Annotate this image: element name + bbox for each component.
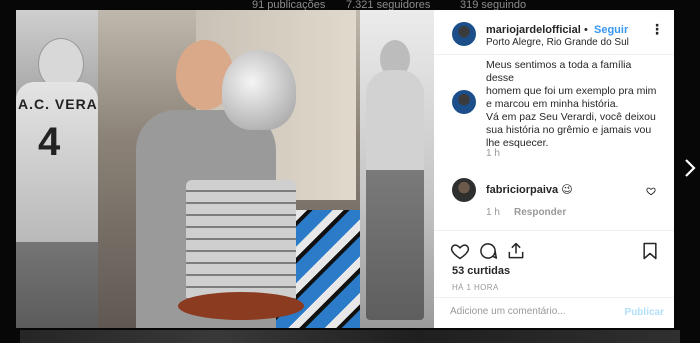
more-options-icon[interactable]: ⋮: [650, 22, 664, 36]
follow-button[interactable]: Seguir: [594, 24, 628, 36]
location-link[interactable]: Porto Alegre, Rio Grande do Sul: [486, 37, 629, 48]
author-avatar[interactable]: [452, 22, 476, 46]
share-icon[interactable]: [506, 241, 526, 261]
separator-dot: •: [584, 24, 588, 36]
likes-count[interactable]: 53 curtidas: [452, 265, 510, 277]
comment-icon[interactable]: [478, 241, 498, 261]
post-modal: A.C. VERARDI 4 mariojardelofficial • Seg…: [16, 10, 674, 328]
caption-line: e marcou em minha história.: [486, 98, 619, 110]
post-header: mariojardelofficial • Seguir Porto Alegr…: [434, 10, 674, 55]
chevron-right-icon[interactable]: [684, 158, 696, 183]
add-comment-bar: Publicar: [434, 297, 674, 328]
post-sidebar: mariojardelofficial • Seguir Porto Alegr…: [434, 10, 674, 328]
commenter-username[interactable]: fabriciorpaiva: [486, 184, 558, 196]
publish-button[interactable]: Publicar: [625, 307, 664, 318]
reply-button[interactable]: Responder: [514, 207, 566, 218]
caption-line: homem que foi um exemplo pra mim: [486, 85, 657, 97]
post-caption: Meus sentimos a toda a família desse hom…: [486, 59, 662, 150]
comment: fabriciorpaiva 😉: [486, 183, 573, 196]
comment-text: 😉: [561, 184, 573, 196]
caption-line: sua história no grêmio e jamais vou: [486, 124, 652, 136]
caption-line: Meus sentimos a toda a família desse: [486, 59, 632, 84]
caption-line: Vá em paz Seu Verardi, você deixou: [486, 111, 656, 123]
jersey-number: 4: [38, 120, 61, 164]
post-photo[interactable]: A.C. VERARDI 4: [16, 10, 434, 328]
profile-grid-behind: [20, 330, 680, 343]
bookmark-icon[interactable]: [640, 241, 660, 261]
comment-like-heart-icon[interactable]: [646, 186, 656, 199]
post-actions: 53 curtidas HÁ 1 HORA Publicar: [434, 230, 674, 328]
comment-input[interactable]: [450, 306, 610, 317]
post-timestamp: HÁ 1 HORA: [452, 283, 499, 292]
caption-line: lhe esquecer.: [486, 137, 549, 149]
trophy-graphic: [222, 50, 296, 130]
heart-icon[interactable]: [450, 241, 470, 261]
caption-timestamp: 1 h: [486, 148, 500, 159]
author-username[interactable]: mariojardelofficial: [486, 24, 581, 36]
caption-author-avatar[interactable]: [452, 90, 476, 114]
comment-timestamp: 1 h: [486, 207, 500, 218]
commenter-avatar[interactable]: [452, 178, 476, 202]
